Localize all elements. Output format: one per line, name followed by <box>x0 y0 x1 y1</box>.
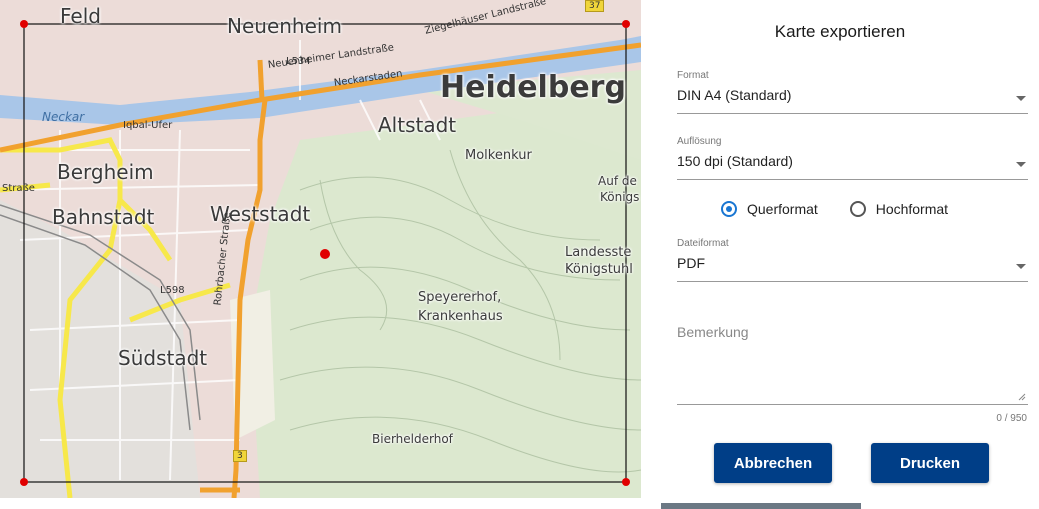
panel-title: Karte exportieren <box>774 22 906 41</box>
label-konigstuhl: Königstuhl <box>565 262 633 277</box>
radio-querformat-label: Querformat <box>747 201 818 217</box>
label-bergheim: Bergheim <box>57 160 154 184</box>
label-feld: Feld <box>60 4 101 28</box>
chevron-down-icon <box>1016 96 1026 101</box>
route-3-badge: 3 <box>233 450 247 462</box>
remark-textarea[interactable]: Bemerkung <box>677 320 1028 405</box>
label-neckar: Neckar <box>42 110 85 124</box>
resize-handle-icon[interactable] <box>1018 393 1026 401</box>
resolution-value: 150 dpi (Standard) <box>677 153 793 169</box>
label-neuenheim: Neuenheim <box>227 14 342 38</box>
file-format-select[interactable]: Dateiformat PDF <box>677 238 1028 282</box>
label-heidelberg: Heidelberg <box>440 70 626 105</box>
label-auf-de: Auf de <box>598 174 637 188</box>
route-37-badge: 37 <box>585 0 605 12</box>
chevron-down-icon <box>1016 162 1026 167</box>
resolution-select[interactable]: Auflösung 150 dpi (Standard) <box>677 136 1028 180</box>
label-sudstadt: Südstadt <box>118 346 208 370</box>
orientation-radio-group: Querformat Hochformat <box>721 201 976 220</box>
format-select[interactable]: Format DIN A4 (Standard) <box>677 70 1028 114</box>
label-speyererhof: Speyererhof, <box>418 290 502 305</box>
file-format-label: Dateiformat <box>677 238 729 249</box>
map-view[interactable]: Feld Neuenheim Heidelberg Altstadt Molke… <box>0 0 641 498</box>
format-label: Format <box>677 70 709 81</box>
resolution-label: Auflösung <box>677 136 722 147</box>
file-format-value: PDF <box>677 255 705 271</box>
label-landesste: Landesste <box>565 245 632 260</box>
radio-selected-icon <box>721 201 737 217</box>
export-panel: Karte exportieren Format DIN A4 (Standar… <box>641 0 1039 509</box>
radio-hochformat-label: Hochformat <box>875 201 949 217</box>
label-konigs: Königs <box>600 190 640 204</box>
label-krankenhaus: Krankenhaus <box>418 309 503 324</box>
label-l598: L598 <box>160 285 185 296</box>
label-molkenkur: Molkenkur <box>465 148 532 163</box>
bottom-divider <box>661 503 861 509</box>
remark-character-counter: 0 / 950 <box>996 413 1027 424</box>
radio-querformat[interactable]: Querformat <box>721 201 818 217</box>
label-bahnstadt: Bahnstadt <box>52 205 155 229</box>
chevron-down-icon <box>1016 264 1026 269</box>
cancel-button[interactable]: Abbrechen <box>714 443 832 483</box>
label-iqbal-ufer: Iqbal-Ufer <box>123 120 173 131</box>
radio-hochformat[interactable]: Hochformat <box>849 201 949 217</box>
format-value: DIN A4 (Standard) <box>677 87 792 103</box>
remark-placeholder: Bemerkung <box>677 324 749 340</box>
radio-unselected-icon <box>849 201 866 217</box>
location-marker <box>320 249 330 259</box>
label-bierhelderhof: Bierhelderhof <box>372 432 453 446</box>
label-altstadt: Altstadt <box>378 113 457 137</box>
label-strasse: Straße <box>2 183 35 194</box>
print-button[interactable]: Drucken <box>871 443 989 483</box>
